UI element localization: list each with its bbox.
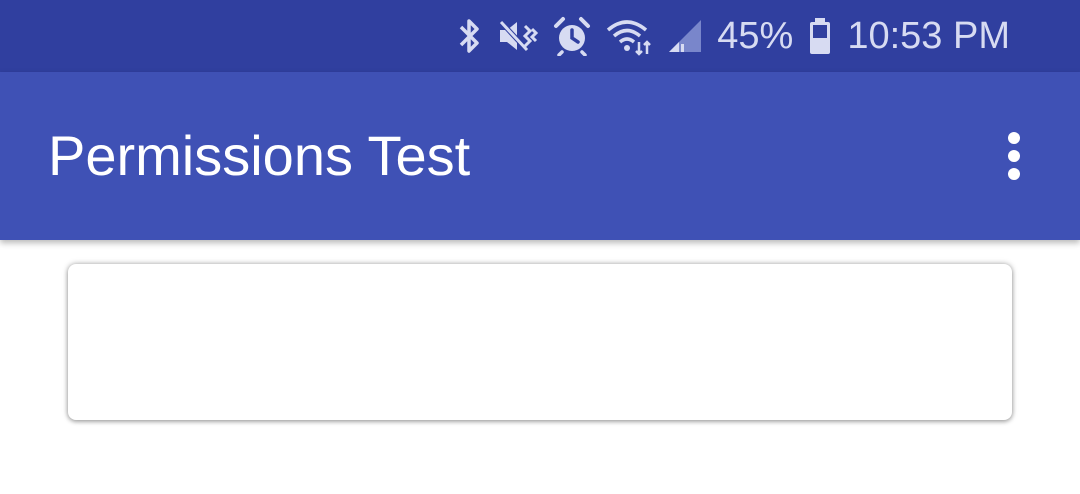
vibrate-mute-icon <box>497 16 539 56</box>
cell-signal-icon <box>667 16 703 56</box>
more-vert-icon[interactable] <box>990 124 1038 188</box>
battery-icon <box>807 16 833 56</box>
status-bar: 45% 10:53 PM <box>0 0 1080 72</box>
app-title: Permissions Test <box>48 124 471 187</box>
wifi-icon <box>605 16 653 56</box>
menu-dot <box>1008 150 1020 162</box>
status-clock: 10:53 PM <box>847 14 1010 57</box>
alarm-icon <box>553 16 591 56</box>
bluetooth-icon <box>457 16 483 56</box>
battery-percentage: 45% <box>717 14 794 57</box>
menu-dot <box>1008 132 1020 144</box>
app-bar: Permissions Test <box>0 72 1080 240</box>
menu-dot <box>1008 168 1020 180</box>
content-card <box>68 264 1012 420</box>
